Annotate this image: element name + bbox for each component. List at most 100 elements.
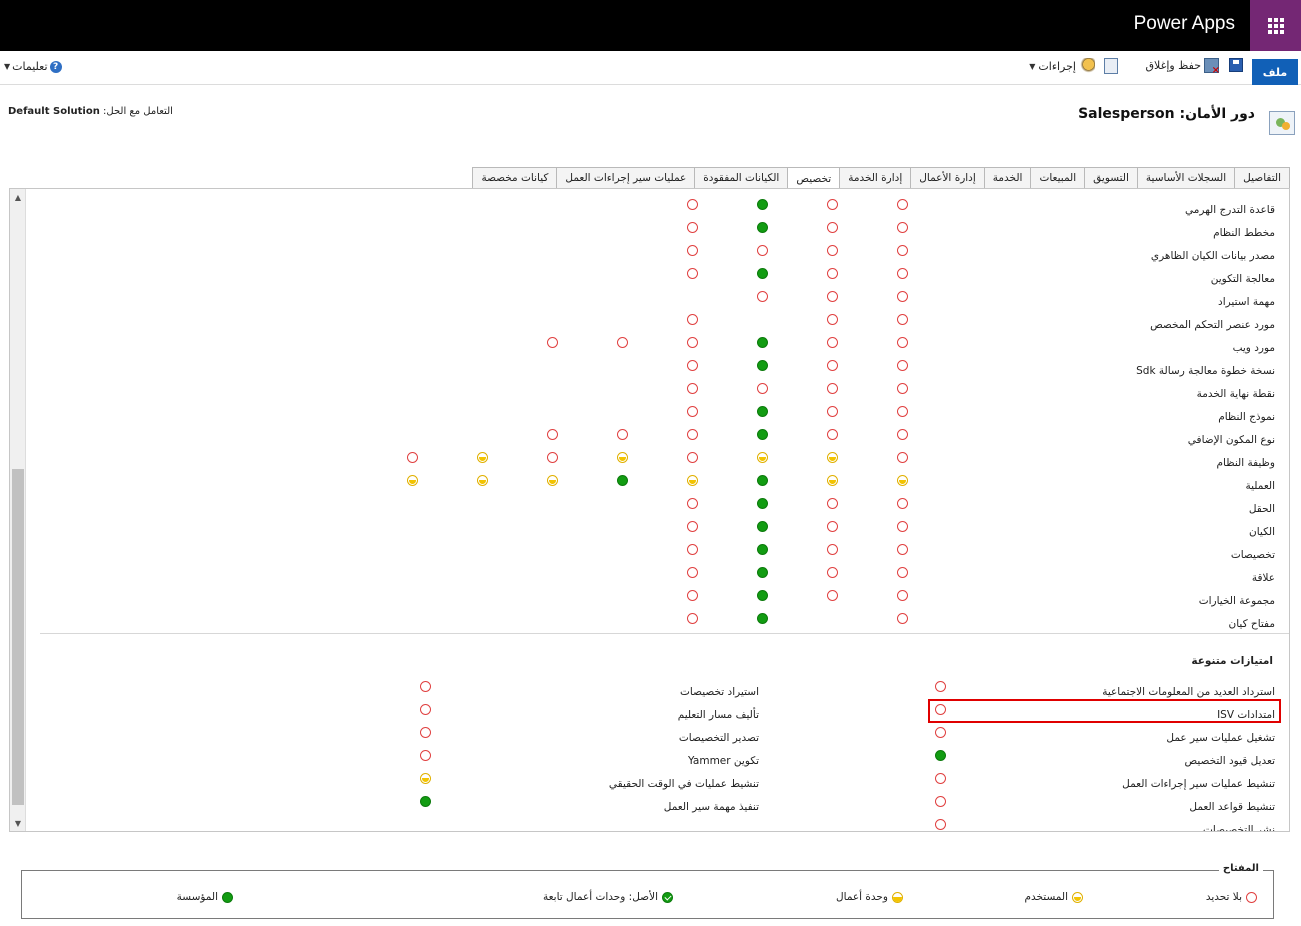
privilege-level-none-icon[interactable]: [897, 383, 908, 394]
privilege-level-none-icon[interactable]: [687, 567, 698, 578]
scroll-down-icon[interactable]: ▼: [10, 815, 26, 831]
privilege-level-org-icon[interactable]: [935, 750, 946, 761]
tab-0[interactable]: التفاصيل: [1234, 167, 1290, 188]
save-close-button[interactable]: حفظ وإغلاق: [1145, 58, 1220, 76]
vertical-scrollbar[interactable]: ▲ ▼: [10, 189, 26, 831]
document-button[interactable]: [1104, 58, 1118, 74]
privilege-level-none-icon[interactable]: [897, 291, 908, 302]
privilege-level-none-icon[interactable]: [827, 245, 838, 256]
tab-1[interactable]: السجلات الأساسية: [1136, 167, 1236, 188]
privilege-level-none-icon[interactable]: [897, 613, 908, 624]
privilege-level-none-icon[interactable]: [897, 406, 908, 417]
privilege-level-org-icon[interactable]: [757, 406, 768, 417]
privilege-level-org-icon[interactable]: [757, 475, 768, 486]
privilege-level-none-icon[interactable]: [687, 452, 698, 463]
privilege-level-none-icon[interactable]: [757, 245, 768, 256]
privilege-level-none-icon[interactable]: [827, 291, 838, 302]
privilege-level-user-icon[interactable]: [687, 475, 698, 486]
privilege-level-none-icon[interactable]: [897, 590, 908, 601]
privilege-level-none-icon[interactable]: [687, 337, 698, 348]
privilege-level-none-icon[interactable]: [827, 360, 838, 371]
tab-7[interactable]: تخصيص: [787, 167, 841, 189]
privilege-level-none-icon[interactable]: [827, 199, 838, 210]
privilege-level-none-icon[interactable]: [897, 245, 908, 256]
privilege-level-none-icon[interactable]: [827, 567, 838, 578]
privilege-level-none-icon[interactable]: [687, 613, 698, 624]
privilege-level-none-icon[interactable]: [420, 681, 431, 692]
privilege-level-none-icon[interactable]: [687, 544, 698, 555]
privilege-level-user-icon[interactable]: [897, 475, 908, 486]
privilege-level-none-icon[interactable]: [407, 452, 418, 463]
privilege-level-org-icon[interactable]: [757, 498, 768, 509]
privilege-level-none-icon[interactable]: [617, 429, 628, 440]
privilege-level-none-icon[interactable]: [897, 222, 908, 233]
privilege-level-none-icon[interactable]: [935, 796, 946, 807]
privilege-level-none-icon[interactable]: [827, 544, 838, 555]
tab-10[interactable]: كيانات مخصصة: [472, 167, 558, 188]
privilege-level-none-icon[interactable]: [687, 360, 698, 371]
privilege-level-none-icon[interactable]: [897, 498, 908, 509]
privilege-level-user-icon[interactable]: [547, 475, 558, 486]
privilege-level-org-icon[interactable]: [757, 567, 768, 578]
privilege-level-none-icon[interactable]: [897, 360, 908, 371]
privilege-level-user-icon[interactable]: [477, 452, 488, 463]
privilege-level-none-icon[interactable]: [827, 314, 838, 325]
privilege-level-none-icon[interactable]: [897, 314, 908, 325]
privilege-level-none-icon[interactable]: [827, 222, 838, 233]
privilege-level-none-icon[interactable]: [547, 337, 558, 348]
privilege-level-none-icon[interactable]: [547, 429, 558, 440]
actions-menu[interactable]: إجراءات ▼: [1029, 58, 1095, 74]
privilege-level-none-icon[interactable]: [687, 429, 698, 440]
privilege-level-org-icon[interactable]: [757, 337, 768, 348]
privilege-level-none-icon[interactable]: [687, 245, 698, 256]
privilege-level-none-icon[interactable]: [935, 773, 946, 784]
privilege-level-none-icon[interactable]: [757, 291, 768, 302]
tab-5[interactable]: إدارة الأعمال: [910, 167, 985, 188]
privilege-level-none-icon[interactable]: [897, 544, 908, 555]
privilege-level-none-icon[interactable]: [827, 406, 838, 417]
privilege-level-none-icon[interactable]: [897, 199, 908, 210]
privilege-level-org-icon[interactable]: [757, 544, 768, 555]
help-menu[interactable]: ? تعليمات ▼: [4, 60, 62, 73]
tab-8[interactable]: الكيانات المفقودة: [694, 167, 789, 188]
privilege-level-none-icon[interactable]: [757, 383, 768, 394]
privilege-level-org-icon[interactable]: [757, 360, 768, 371]
privilege-level-none-icon[interactable]: [827, 521, 838, 532]
privilege-level-none-icon[interactable]: [687, 383, 698, 394]
privilege-level-none-icon[interactable]: [687, 199, 698, 210]
privilege-level-org-icon[interactable]: [757, 429, 768, 440]
privilege-level-org-icon[interactable]: [757, 222, 768, 233]
privilege-level-none-icon[interactable]: [897, 337, 908, 348]
privilege-level-org-icon[interactable]: [420, 796, 431, 807]
privilege-level-none-icon[interactable]: [827, 498, 838, 509]
privilege-level-org-icon[interactable]: [757, 521, 768, 532]
privilege-level-none-icon[interactable]: [617, 337, 628, 348]
privilege-level-none-icon[interactable]: [827, 590, 838, 601]
privilege-level-none-icon[interactable]: [827, 268, 838, 279]
privilege-level-none-icon[interactable]: [897, 521, 908, 532]
privilege-level-none-icon[interactable]: [827, 383, 838, 394]
privilege-level-user-icon[interactable]: [827, 452, 838, 463]
privilege-level-none-icon[interactable]: [687, 498, 698, 509]
privilege-level-org-icon[interactable]: [617, 475, 628, 486]
privilege-level-none-icon[interactable]: [935, 727, 946, 738]
privilege-level-none-icon[interactable]: [935, 704, 946, 715]
scroll-up-icon[interactable]: ▲: [10, 189, 26, 205]
privilege-level-none-icon[interactable]: [827, 429, 838, 440]
tab-9[interactable]: عمليات سير إجراءات العمل: [556, 167, 696, 188]
tab-3[interactable]: المبيعات: [1030, 167, 1086, 188]
privilege-level-none-icon[interactable]: [687, 268, 698, 279]
privilege-level-org-icon[interactable]: [757, 199, 768, 210]
privilege-level-none-icon[interactable]: [827, 337, 838, 348]
app-launcher-button[interactable]: [1250, 0, 1301, 51]
privilege-level-none-icon[interactable]: [897, 268, 908, 279]
app-brand[interactable]: Power Apps: [1134, 13, 1235, 35]
tab-2[interactable]: التسويق: [1084, 167, 1138, 188]
tab-4[interactable]: الخدمة: [983, 167, 1032, 188]
privilege-level-org-icon[interactable]: [757, 590, 768, 601]
privilege-level-none-icon[interactable]: [897, 567, 908, 578]
privilege-level-org-icon[interactable]: [757, 268, 768, 279]
privilege-level-none-icon[interactable]: [935, 681, 946, 692]
privilege-level-none-icon[interactable]: [897, 429, 908, 440]
privilege-level-none-icon[interactable]: [687, 222, 698, 233]
